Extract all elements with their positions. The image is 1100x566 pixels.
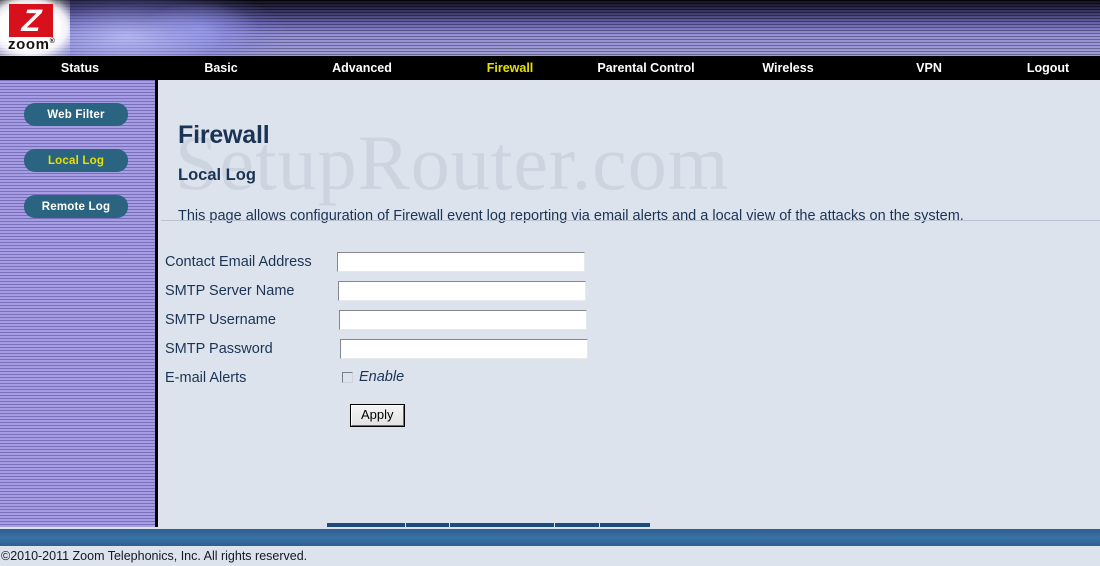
input-smtp-password[interactable] [340, 339, 588, 359]
zoom-logo-trademark: ® [49, 38, 56, 45]
input-contact-email-address[interactable] [337, 252, 585, 272]
enable-alerts-checkbox[interactable] [342, 371, 353, 383]
log-column-last-occurence: Last Occurence [450, 523, 554, 527]
nav-item-firewall[interactable]: Firewall [452, 56, 568, 80]
form-label-smtp-password: SMTP Password [165, 341, 273, 357]
form-row: SMTP Server Name [165, 279, 765, 308]
nav-item-basic[interactable]: Basic [163, 56, 279, 80]
log-column-target: Target [554, 523, 600, 527]
zoom-logo[interactable]: Z zoom® [0, 0, 70, 56]
main-content: SetupRouter.com Firewall Local Log This … [161, 80, 1100, 527]
email-alerts-row: E-mail Alerts Enable [165, 366, 765, 395]
sidebar-item-remote-log[interactable]: Remote Log [24, 195, 128, 218]
form-label-contact-email-address: Contact Email Address [165, 254, 312, 270]
page-title: Firewall [178, 120, 270, 149]
nav-item-parental-control[interactable]: Parental Control [575, 56, 717, 80]
nav-item-vpn[interactable]: VPN [871, 56, 987, 80]
footer-copyright: ©2010-2011 Zoom Telephonics, Inc. All ri… [0, 546, 1100, 566]
nav-item-status[interactable]: Status [22, 56, 138, 80]
enable-alerts-checkbox-wrapper: Enable [342, 369, 404, 385]
event-log-table: DescriptionCountLast OccurenceTargetSour… [326, 523, 651, 527]
form-row: SMTP Password [165, 337, 765, 366]
firewall-sidebar: Web Filter Local Log Remote Log [0, 80, 158, 527]
content-divider [161, 220, 1100, 221]
header-banner [0, 0, 1100, 56]
zoom-logo-letter: Z [20, 4, 42, 37]
enable-alerts-label: Enable [359, 369, 405, 385]
form-row: SMTP Username [165, 308, 765, 337]
main-navigation: Status Basic Advanced Firewall Parental Cont… [0, 56, 1100, 80]
nav-item-wireless[interactable]: Wireless [730, 56, 846, 80]
log-column-source: Source [600, 523, 651, 527]
page-subtitle: Local Log [178, 165, 256, 184]
zoom-logo-wordmark: zoom® [8, 37, 58, 52]
form-label-email-alerts: E-mail Alerts [165, 370, 247, 386]
banner-glow-decoration-secondary [140, 2, 260, 56]
page-description: This page allows configuration of Firewa… [178, 207, 964, 224]
zoom-logo-wordmark-text: zoom [8, 36, 50, 53]
event-log-table-head: DescriptionCountLast OccurenceTargetSour… [327, 523, 651, 527]
form-label-smtp-username: SMTP Username [165, 312, 276, 328]
zoom-logo-mark: Z [9, 4, 53, 37]
form-row: Contact Email Address [165, 250, 765, 279]
log-column-description: Description [327, 523, 405, 527]
input-smtp-server-name[interactable] [338, 281, 586, 301]
email-alert-form: Contact Email Address SMTP Server Name SMT… [165, 250, 765, 427]
banner-glow-decoration [58, 0, 288, 56]
router-admin-page: Z zoom® Status Basic Advanced Firewall Paren… [0, 0, 1100, 566]
form-label-smtp-server-name: SMTP Server Name [165, 283, 295, 299]
footer-bar [0, 529, 1100, 546]
event-log-header-row: DescriptionCountLast OccurenceTargetSour… [327, 523, 651, 527]
nav-item-advanced[interactable]: Advanced [304, 56, 420, 80]
input-smtp-username[interactable] [339, 310, 587, 330]
apply-button-wrapper: Apply [350, 404, 405, 427]
log-column-count: Count [405, 523, 450, 527]
nav-item-logout[interactable]: Logout [1000, 56, 1096, 80]
sidebar-item-web-filter[interactable]: Web Filter [24, 103, 128, 126]
apply-button[interactable]: Apply [350, 404, 405, 427]
sidebar-item-local-log[interactable]: Local Log [24, 149, 128, 172]
